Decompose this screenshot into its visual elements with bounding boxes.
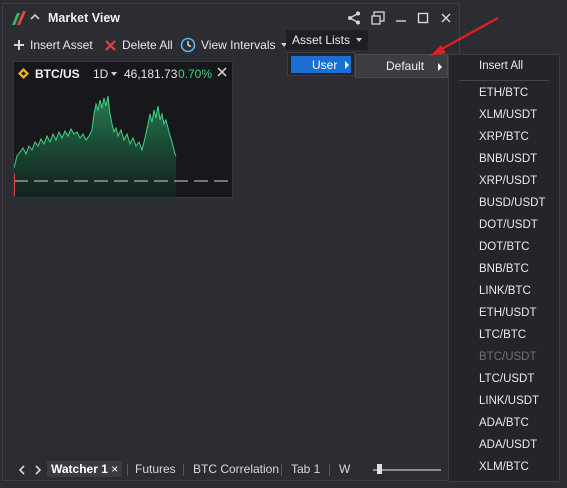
menu-item-user-label: User: [312, 58, 338, 72]
submenu-arrow-icon: [345, 61, 349, 69]
menu-item-asset[interactable]: ETH/BTC: [479, 87, 528, 99]
default-assets-menu: Insert All ETH/BTC XLM/USDT XRP/BTC BNB/USD…: [448, 54, 560, 482]
tab-watcher-1[interactable]: Watcher 1 ×: [47, 461, 123, 477]
collapse-icon[interactable]: [29, 10, 41, 24]
menu-item-asset[interactable]: ADA/USDT: [479, 439, 537, 451]
tab-divider: [183, 464, 184, 476]
menu-item-asset[interactable]: LINK/BTC: [479, 285, 531, 297]
tab-divider: [281, 464, 282, 476]
tab-divider: [127, 464, 128, 476]
submenu-arrow-icon: [438, 63, 442, 71]
menu-item-asset[interactable]: LTC/BTC: [479, 329, 526, 341]
menu-item-asset[interactable]: XRP/USDT: [479, 175, 537, 187]
delete-all-label: Delete All: [122, 38, 173, 52]
close-icon[interactable]: [438, 10, 454, 26]
zoom-slider-track[interactable]: [373, 469, 441, 471]
zoom-slider-knob[interactable]: [377, 464, 382, 474]
menu-item-asset[interactable]: XLM/BTC: [479, 461, 529, 473]
menu-item-asset[interactable]: BUSD/USDT: [479, 197, 545, 209]
tab-btc-correlation[interactable]: BTC Correlation: [193, 462, 279, 476]
clock-icon: [180, 37, 196, 53]
menu-separator: [459, 80, 549, 81]
tab-tab-1[interactable]: Tab 1: [291, 462, 320, 476]
tab-prev-icon[interactable]: [17, 464, 27, 476]
menu-item-asset[interactable]: BNB/BTC: [479, 263, 529, 275]
chart-change: 0.70%: [178, 67, 213, 81]
maximize-icon[interactable]: [415, 10, 431, 26]
plus-icon: [14, 40, 24, 50]
delete-x-icon: [105, 39, 116, 51]
binance-icon: [18, 68, 29, 79]
chart-price: 46,181.73: [124, 67, 178, 81]
insert-asset-button[interactable]: Insert Asset: [13, 36, 93, 54]
asset-lists-menu: User: [287, 52, 355, 76]
tab-w[interactable]: W: [339, 462, 350, 476]
chart-interval[interactable]: 1D: [93, 67, 108, 81]
popout-icon[interactable]: [370, 10, 386, 26]
view-intervals-label: View Intervals: [201, 38, 276, 52]
menu-item-asset[interactable]: DOT/USDT: [479, 219, 538, 231]
menu-item-asset[interactable]: BNB/USDT: [479, 153, 537, 165]
interval-chevron-down-icon[interactable]: [111, 72, 117, 76]
tab-next-icon[interactable]: [33, 464, 43, 476]
menu-item-asset[interactable]: XLM/USDT: [479, 109, 537, 121]
btc-chart-card[interactable]: BTC/US 1D 46,181.73 0.70%: [13, 61, 233, 198]
tab-futures[interactable]: Futures: [135, 462, 176, 476]
menu-item-insert-all[interactable]: Insert All: [479, 60, 523, 72]
menu-item-asset[interactable]: LINK/USDT: [479, 395, 539, 407]
share-icon[interactable]: [346, 10, 362, 26]
menu-item-asset[interactable]: XRP/BTC: [479, 131, 529, 143]
menu-item-default-label: Default: [386, 59, 425, 73]
menu-item-asset[interactable]: ADA/BTC: [479, 417, 529, 429]
bottom-tab-bar: Watcher 1 × Futures BTC Correlation Tab …: [5, 459, 461, 481]
app-logo-icon: [12, 11, 26, 25]
menu-item-default[interactable]: Default: [355, 54, 448, 78]
chart-symbol: BTC/US: [35, 67, 80, 81]
chart-close-icon[interactable]: [216, 66, 228, 78]
sparkline-chart: [14, 95, 232, 197]
minimize-icon[interactable]: [393, 10, 409, 26]
tab-watcher-1-label: Watcher 1: [51, 462, 108, 476]
menu-item-asset: BTC/USDT: [479, 351, 537, 363]
insert-asset-label: Insert Asset: [30, 38, 93, 52]
menu-item-asset[interactable]: DOT/BTC: [479, 241, 529, 253]
view-intervals-button[interactable]: View Intervals: [180, 36, 288, 54]
asset-lists-button[interactable]: Asset Lists: [286, 30, 369, 50]
menu-item-asset[interactable]: LTC/USDT: [479, 373, 534, 385]
chart-header: BTC/US 1D 46,181.73 0.70%: [14, 62, 232, 84]
menu-item-user[interactable]: User: [291, 56, 351, 73]
menu-item-asset[interactable]: ETH/USDT: [479, 307, 537, 319]
tab-divider: [329, 464, 330, 476]
asset-lists-label: Asset Lists: [292, 33, 351, 47]
title-bar: Market View: [3, 4, 459, 32]
tab-close-icon[interactable]: ×: [111, 462, 118, 476]
chevron-down-icon: [356, 38, 363, 42]
window-title: Market View: [48, 11, 121, 25]
delete-all-button[interactable]: Delete All: [104, 36, 173, 54]
